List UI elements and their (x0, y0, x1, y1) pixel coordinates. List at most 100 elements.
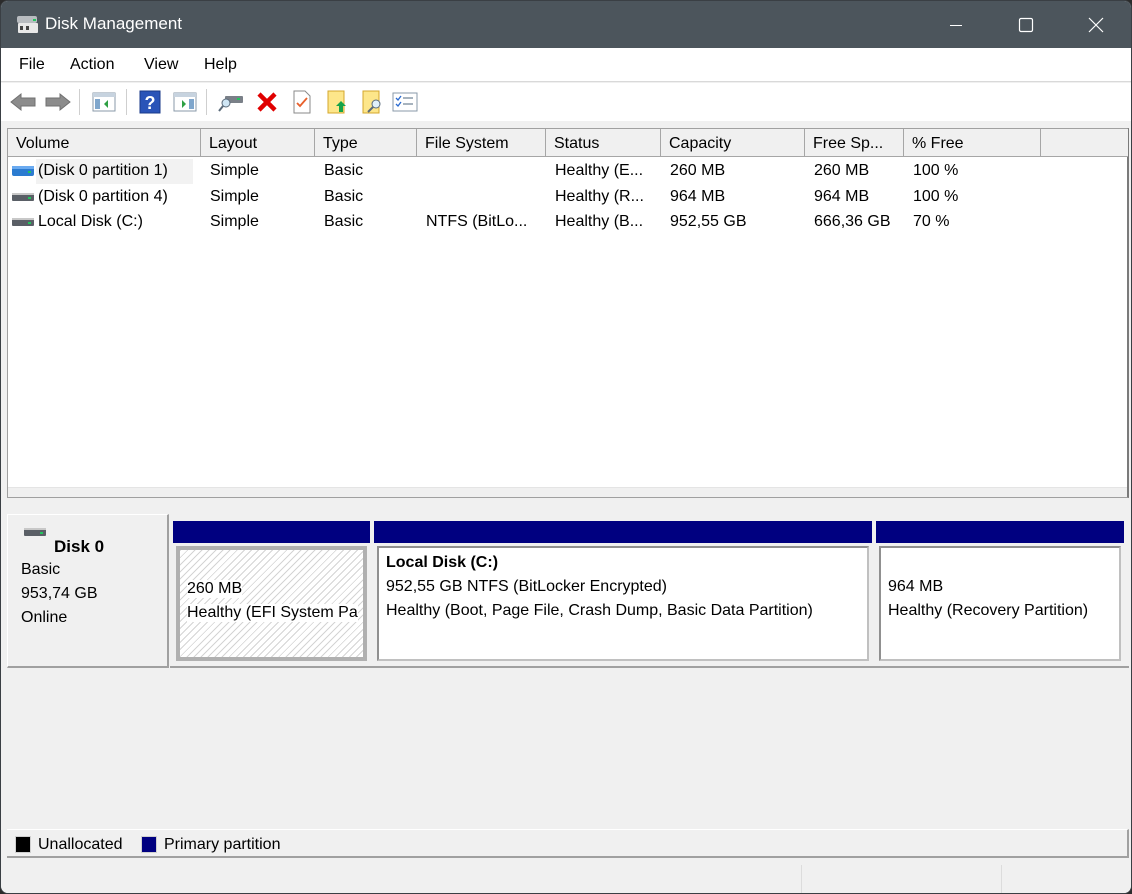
status-bar (1, 861, 1131, 893)
help-button[interactable]: ? (136, 88, 164, 116)
partition-size: 964 MB (888, 578, 944, 595)
primary-partition-bar (374, 521, 872, 543)
disk-0-partitions: 260 MB Healthy (EFI System Pa Local Disk… (170, 514, 1129, 668)
cell-percent-free: 70 % (913, 213, 950, 230)
drive-icon (24, 528, 46, 536)
toolbar: ? (1, 83, 1131, 121)
close-icon (1088, 17, 1104, 32)
cell-percent-free: 100 % (913, 162, 959, 179)
partition-recovery[interactable]: 964 MB Healthy (Recovery Partition) (876, 521, 1124, 661)
legend-swatch-unallocated (15, 836, 31, 853)
window-title: Disk Management (45, 14, 183, 33)
cell-free-space: 260 MB (814, 162, 870, 179)
column-header-filler (1041, 129, 1128, 157)
forward-arrow-icon (45, 92, 71, 112)
partition-efi[interactable]: 260 MB Healthy (EFI System Pa (173, 521, 370, 661)
column-header-status[interactable]: Status (546, 129, 661, 157)
show-hide-action-pane-button[interactable] (171, 88, 199, 116)
cell-status: Healthy (B... (555, 213, 644, 230)
partition-body: 964 MB Healthy (Recovery Partition) (879, 546, 1121, 661)
cell-free-space: 964 MB (814, 188, 870, 205)
maximize-icon (1018, 17, 1034, 32)
toolbar-separator (79, 89, 80, 115)
cell-capacity: 260 MB (670, 162, 726, 179)
back-button[interactable] (9, 88, 37, 116)
legend: Unallocated Primary partition (7, 829, 1129, 858)
volume-list[interactable]: Volume Layout Type File System Status Ca… (7, 128, 1129, 498)
cell-capacity: 952,55 GB (670, 213, 747, 230)
menu-bar: File Action View Help (1, 48, 1131, 82)
horizontal-scrollbar[interactable] (8, 487, 1127, 497)
column-header-file-system[interactable]: File System (417, 129, 546, 157)
menu-file[interactable]: File (19, 56, 45, 74)
partition-title: Local Disk (C:) (386, 554, 499, 571)
help-icon: ? (139, 90, 161, 114)
folder-search-icon (362, 90, 381, 114)
cell-layout: Simple (210, 162, 259, 179)
close-button[interactable] (1061, 1, 1131, 48)
cell-free-space: 666,36 GB (814, 213, 891, 230)
console-tree-icon (92, 92, 116, 112)
blue-volume-icon (12, 166, 34, 176)
disk-management-window: Disk Management File Action View Help ? (0, 0, 1132, 894)
delete-icon (257, 92, 277, 112)
toolbar-separator (206, 89, 207, 115)
pane-splitter[interactable] (7, 498, 1129, 506)
cell-capacity: 964 MB (670, 188, 726, 205)
cell-volume: (Disk 0 partition 1) (38, 162, 168, 179)
cell-layout: Simple (210, 213, 259, 230)
maximize-button[interactable] (991, 1, 1061, 48)
table-row[interactable]: (Disk 0 partition 1) Simple Basic Health… (8, 159, 1127, 184)
cell-percent-free: 100 % (913, 188, 959, 205)
disk-name: Disk 0 (54, 537, 105, 556)
minimize-button[interactable] (921, 1, 991, 48)
folder-up-icon (327, 90, 346, 114)
menu-action[interactable]: Action (70, 56, 114, 74)
disk-size: 953,74 GB (21, 585, 98, 602)
table-row[interactable]: Local Disk (C:) Simple Basic NTFS (BitLo… (8, 210, 1127, 235)
column-header-layout[interactable]: Layout (201, 129, 315, 157)
disk-type: Basic (21, 561, 61, 578)
cell-layout: Simple (210, 188, 259, 205)
cell-type: Basic (324, 213, 364, 230)
connect-virtual-disk-button[interactable] (217, 88, 245, 116)
column-header-percent-free[interactable]: % Free (904, 129, 1041, 157)
title-bar[interactable]: Disk Management (1, 1, 1131, 48)
table-row[interactable]: (Disk 0 partition 4) Simple Basic Health… (8, 185, 1127, 210)
explore-button[interactable] (358, 88, 386, 116)
settings-list-button[interactable] (391, 88, 419, 116)
cell-volume: Local Disk (C:) (38, 213, 143, 230)
show-hide-console-tree-button[interactable] (90, 88, 118, 116)
drive-icon (12, 193, 34, 201)
cell-file-system: NTFS (BitLo... (426, 213, 528, 230)
column-header-free-space[interactable]: Free Sp... (805, 129, 904, 157)
column-header-type[interactable]: Type (315, 129, 417, 157)
properties-check-icon (293, 90, 311, 114)
partition-local-disk-c[interactable]: Local Disk (C:) 952,55 GB NTFS (BitLocke… (374, 521, 872, 661)
disk-state: Online (21, 609, 68, 626)
delete-button[interactable] (253, 88, 281, 116)
forward-button[interactable] (44, 88, 72, 116)
column-header-capacity[interactable]: Capacity (661, 129, 805, 157)
disk-0-label[interactable]: Disk 0 Basic 953,74 GB Online (7, 514, 169, 668)
open-button[interactable] (323, 88, 351, 116)
disk-management-icon (16, 14, 40, 36)
minimize-icon (950, 24, 962, 26)
partition-status: Healthy (EFI System Pa (187, 604, 358, 622)
disk-search-icon (218, 96, 243, 112)
partition-status: Healthy (Recovery Partition) (888, 602, 1089, 619)
drive-icon (12, 218, 34, 226)
toolbar-separator (126, 89, 127, 115)
properties-button[interactable] (288, 88, 316, 116)
cell-status: Healthy (E... (555, 162, 644, 179)
partition-size: 260 MB (187, 580, 243, 598)
legend-label-primary-partition: Primary partition (164, 836, 281, 853)
primary-partition-bar (876, 521, 1124, 543)
action-pane-icon (173, 92, 197, 112)
partition-body: Local Disk (C:) 952,55 GB NTFS (BitLocke… (377, 546, 869, 661)
partition-body: 260 MB Healthy (EFI System Pa (176, 546, 367, 661)
menu-view[interactable]: View (144, 56, 178, 74)
menu-help[interactable]: Help (204, 56, 237, 74)
cell-status: Healthy (R... (555, 188, 644, 205)
column-header-volume[interactable]: Volume (8, 129, 201, 157)
